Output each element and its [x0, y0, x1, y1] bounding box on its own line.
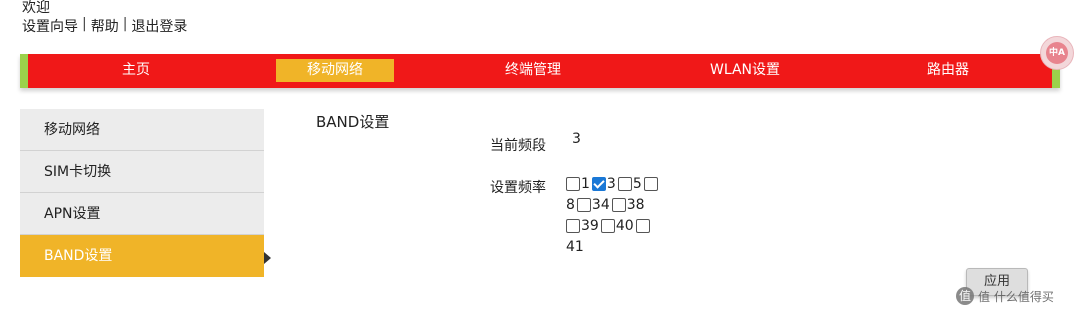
watermark-text: 值 什么值得买: [978, 289, 1054, 304]
band-label: 41: [566, 238, 584, 255]
watermark: 值 值 什么值得买: [956, 287, 1054, 305]
band-checkbox-group: 1 3 5 8 34 38 39 40 41: [566, 173, 676, 257]
nav-tab-mobile-network[interactable]: 移动网络: [276, 59, 394, 82]
band-checkbox-41[interactable]: [635, 218, 650, 233]
band-label: 8: [566, 196, 575, 213]
header-links: 设置向导 | 帮助 | 退出登录: [22, 16, 187, 36]
band-label: 38: [626, 196, 645, 213]
band-checkbox-5[interactable]: [617, 176, 632, 191]
band-label: 39: [581, 217, 599, 234]
band-label: 1: [581, 175, 590, 192]
nav-tab-wlan-settings[interactable]: WLAN设置: [690, 59, 800, 82]
band-checkbox-34[interactable]: [576, 197, 591, 212]
band-label: 3: [606, 175, 616, 192]
logout-link[interactable]: 退出登录: [131, 16, 187, 36]
nav-tab-home[interactable]: 主页: [101, 59, 171, 82]
sidebar: 移动网络 SIM卡切换 APN设置 BAND设置: [20, 109, 264, 277]
setup-wizard-link[interactable]: 设置向导: [22, 16, 78, 36]
sidebar-item-sim-switch[interactable]: SIM卡切换: [20, 151, 264, 193]
band-checkbox-40[interactable]: [600, 218, 615, 233]
set-band-label: 设置频率: [490, 180, 546, 196]
separator: |: [82, 16, 87, 32]
help-link[interactable]: 帮助: [91, 16, 119, 36]
section-title: BAND设置: [316, 113, 390, 131]
nav-tab-router[interactable]: 路由器: [908, 59, 988, 82]
band-checkbox-8[interactable]: [643, 176, 658, 191]
language-badge-label: 中A: [1046, 42, 1068, 64]
band-label: 34: [591, 196, 610, 213]
band-label: 5: [632, 175, 642, 192]
current-band-value: 3: [572, 131, 581, 147]
sidebar-item-apn-settings[interactable]: APN设置: [20, 193, 264, 235]
band-checkbox-3[interactable]: [591, 176, 606, 191]
active-arrow-icon: [264, 252, 271, 264]
sidebar-item-band-settings[interactable]: BAND设置: [20, 235, 264, 277]
welcome-text: 欢迎: [22, 0, 50, 16]
watermark-logo-icon: 值: [956, 287, 974, 305]
sidebar-item-mobile-network[interactable]: 移动网络: [20, 109, 264, 151]
current-band-label: 当前频段: [490, 138, 546, 154]
main-nav: 主页 移动网络 终端管理 WLAN设置 路由器: [20, 54, 1060, 88]
nav-tab-terminal-management[interactable]: 终端管理: [483, 59, 583, 82]
band-checkbox-38[interactable]: [611, 197, 626, 212]
language-toggle-icon[interactable]: 中A: [1040, 36, 1074, 70]
band-checkbox-39[interactable]: [566, 218, 580, 233]
band-label: 40: [615, 217, 634, 234]
band-checkbox-1[interactable]: [566, 176, 580, 191]
separator: |: [122, 16, 128, 32]
